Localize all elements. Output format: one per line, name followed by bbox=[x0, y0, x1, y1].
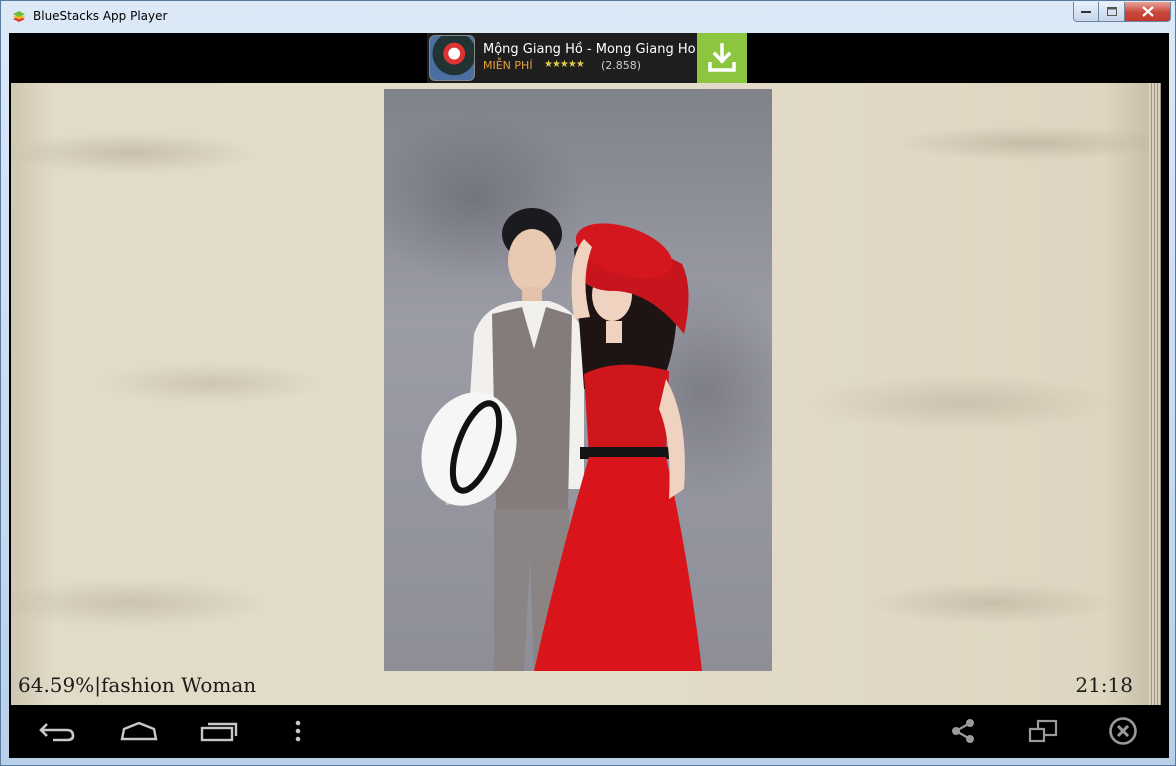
menu-dots-icon bbox=[295, 720, 301, 742]
ad-rating-count: (2.858) bbox=[601, 59, 642, 72]
share-button[interactable] bbox=[943, 715, 983, 747]
back-button[interactable] bbox=[37, 715, 77, 747]
home-button[interactable] bbox=[119, 715, 159, 747]
ad-download-button[interactable] bbox=[697, 33, 747, 83]
recent-apps-button[interactable] bbox=[199, 715, 239, 747]
download-icon bbox=[708, 43, 736, 72]
clock: 21:18 bbox=[1075, 673, 1133, 697]
book-title: fashion Woman bbox=[101, 673, 257, 697]
close-app-button[interactable] bbox=[1103, 715, 1143, 747]
page-edges bbox=[1149, 83, 1161, 705]
close-window-button[interactable] bbox=[1125, 2, 1171, 22]
ad-title: Mộng Giang Hồ - Mong Giang Ho bbox=[483, 42, 696, 57]
window-controls bbox=[1073, 2, 1171, 22]
maximize-icon bbox=[1106, 7, 1117, 16]
menu-button[interactable] bbox=[278, 715, 318, 747]
share-icon bbox=[952, 719, 974, 743]
close-icon bbox=[1141, 6, 1154, 17]
reading-status: 64.59%|fashion Woman bbox=[18, 673, 256, 697]
minimize-button[interactable] bbox=[1073, 2, 1099, 22]
minimize-icon bbox=[1081, 10, 1091, 13]
status-divider: | bbox=[94, 673, 102, 697]
emulator-screen: Mộng Giang Hồ - Mong Giang Ho MIỄN PHÍ ★… bbox=[9, 33, 1169, 758]
back-icon bbox=[39, 723, 75, 742]
window-resize-icon bbox=[1028, 719, 1058, 743]
recent-apps-icon bbox=[200, 722, 238, 742]
couple-photo bbox=[421, 208, 702, 671]
bluestacks-logo-icon bbox=[13, 11, 25, 22]
book-illustration bbox=[384, 89, 772, 671]
android-nav-bar bbox=[9, 705, 1169, 758]
ad-app-icon bbox=[429, 35, 475, 81]
window-title: BlueStacks App Player bbox=[33, 9, 168, 23]
reading-progress: 64.59% bbox=[18, 673, 95, 697]
ad-rating-stars: ★★★★★ bbox=[544, 59, 585, 70]
bluestacks-window: BlueStacks App Player Mộng Giang Hồ - Mo… bbox=[0, 0, 1176, 766]
ad-price-label: MIỄN PHÍ bbox=[483, 59, 533, 72]
close-circle-icon bbox=[1109, 717, 1137, 745]
title-bar[interactable]: BlueStacks App Player bbox=[1, 1, 1176, 33]
ad-banner[interactable]: Mộng Giang Hồ - Mong Giang Ho MIỄN PHÍ ★… bbox=[427, 33, 747, 83]
resize-button[interactable] bbox=[1023, 715, 1063, 747]
maximize-button[interactable] bbox=[1099, 2, 1125, 22]
home-icon bbox=[120, 721, 158, 741]
